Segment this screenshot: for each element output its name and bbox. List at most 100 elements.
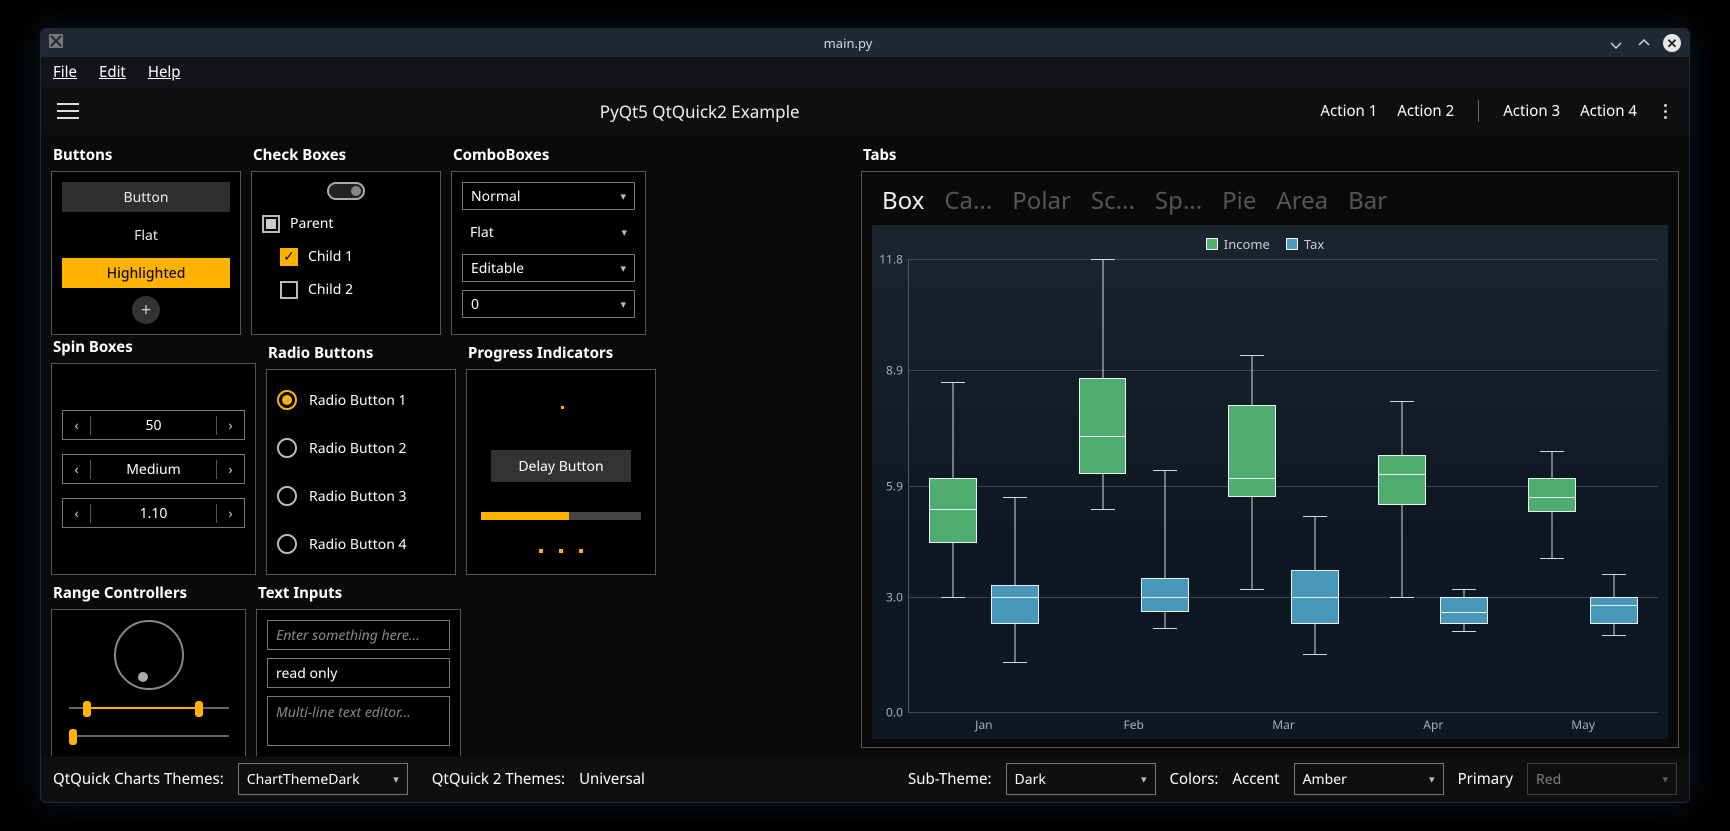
tab-box[interactable]: Box <box>882 184 924 217</box>
titlebar: main.py ✕ <box>41 29 1689 57</box>
tab-sc[interactable]: Sc... <box>1091 184 1135 217</box>
footer-colors-label: Colors: <box>1170 769 1219 789</box>
spinbox-int-value: 50 <box>91 416 216 435</box>
delay-button[interactable]: Delay Button <box>491 450 631 482</box>
spin-up-icon[interactable]: › <box>216 504 244 523</box>
box-income-feb <box>1079 259 1127 712</box>
menu-help[interactable]: Help <box>148 62 181 82</box>
radio-4[interactable]: Radio Button 4 <box>277 534 445 554</box>
check-child-2-label: Child 2 <box>308 280 353 299</box>
check-parent-label: Parent <box>290 214 333 233</box>
combo-flat[interactable]: Flat▾ <box>462 218 635 246</box>
spinbox-text[interactable]: ‹Medium› <box>62 454 245 484</box>
button-round-add[interactable]: + <box>132 296 160 324</box>
toolbar: PyQt5 QtQuick2 Example Action 1 Action 2… <box>41 87 1689 135</box>
app-icon <box>49 34 63 48</box>
slider[interactable] <box>69 726 229 746</box>
box-income-may <box>1528 259 1576 712</box>
switch-toggle[interactable] <box>327 182 365 200</box>
section-tabs-title: Tabs <box>863 145 1679 165</box>
radio-1[interactable]: Radio Button 1 <box>277 390 445 410</box>
y-tick-label: 3.0 <box>886 588 903 605</box>
section-text-title: Text Inputs <box>258 583 461 603</box>
spin-down-icon[interactable]: ‹ <box>63 460 91 479</box>
tab-bar[interactable]: Bar <box>1348 184 1387 217</box>
x-tick-label: Apr <box>1423 716 1443 733</box>
range-thumb-high[interactable] <box>195 701 203 717</box>
spinbox-double[interactable]: ‹1.10› <box>62 498 245 528</box>
x-tick-label: Jan <box>975 716 992 733</box>
app-window: main.py ✕ File Edit Help PyQt5 QtQuick2 … <box>40 28 1690 803</box>
panel-range <box>51 609 246 756</box>
tab-ca[interactable]: Ca... <box>944 184 992 217</box>
tab-area[interactable]: Area <box>1276 184 1328 217</box>
tab-polar[interactable]: Polar <box>1012 184 1071 217</box>
button-flat[interactable]: Flat <box>62 220 230 250</box>
check-parent[interactable]: Parent <box>262 214 430 233</box>
hamburger-icon[interactable] <box>57 103 79 119</box>
page-indicator[interactable] <box>539 549 583 553</box>
chevron-down-icon: ▾ <box>621 225 627 240</box>
spinbox-double-value: 1.10 <box>91 504 216 523</box>
action-4[interactable]: Action 4 <box>1580 101 1637 121</box>
menu-file[interactable]: File <box>53 62 77 82</box>
check-child-2[interactable]: Child 2 <box>262 280 430 299</box>
radio-2[interactable]: Radio Button 2 <box>277 438 445 458</box>
combo-primary-value: Red <box>1536 770 1561 789</box>
spin-down-icon[interactable]: ‹ <box>63 504 91 523</box>
spin-up-icon[interactable]: › <box>216 460 244 479</box>
spinbox-int[interactable]: ‹50› <box>62 410 245 440</box>
radio-3[interactable]: Radio Button 3 <box>277 486 445 506</box>
text-area[interactable]: Multi-line text editor... <box>267 696 450 746</box>
combo-normal-value: Normal <box>471 187 520 206</box>
chart-container: Income Tax 0.03.05.98.911.8JanFebMarAprM… <box>872 225 1668 739</box>
legend-swatch-income <box>1206 238 1218 250</box>
chevron-down-icon: ▾ <box>1429 772 1435 787</box>
radio-off-icon <box>277 534 297 554</box>
radio-off-icon <box>277 486 297 506</box>
combo-accent[interactable]: Amber▾ <box>1294 763 1444 795</box>
maximize-button[interactable] <box>1635 34 1653 52</box>
text-readonly-value: read only <box>276 664 337 683</box>
combo-chart-theme[interactable]: ChartThemeDark▾ <box>238 763 408 795</box>
text-input[interactable]: Enter something here... <box>267 620 450 650</box>
dial[interactable] <box>114 620 184 690</box>
tab-pie[interactable]: Pie <box>1222 184 1256 217</box>
close-button[interactable]: ✕ <box>1663 34 1681 52</box>
action-1[interactable]: Action 1 <box>1320 101 1377 121</box>
x-tick-label: Feb <box>1123 716 1143 733</box>
spin-up-icon[interactable]: › <box>216 416 244 435</box>
action-3[interactable]: Action 3 <box>1503 101 1560 121</box>
button-highlighted[interactable]: Highlighted <box>62 258 230 288</box>
range-slider[interactable] <box>69 698 229 718</box>
combo-number[interactable]: 0▾ <box>462 290 635 318</box>
combo-normal[interactable]: Normal▾ <box>462 182 635 210</box>
check-child-1-label: Child 1 <box>308 247 353 266</box>
slider-thumb[interactable] <box>69 729 77 745</box>
panel-spins: ‹50› ‹Medium› ‹1.10› <box>51 363 256 575</box>
range-thumb-low[interactable] <box>83 701 91 717</box>
check-child-1[interactable]: ✓ Child 1 <box>262 247 430 266</box>
tab-sp[interactable]: Sp... <box>1155 184 1202 217</box>
footer-primary-label: Primary <box>1458 769 1513 789</box>
minimize-button[interactable] <box>1607 34 1625 52</box>
overflow-icon[interactable] <box>1657 104 1673 119</box>
combo-subtheme[interactable]: Dark▾ <box>1006 763 1156 795</box>
panel-progress: Delay Button <box>466 369 656 575</box>
section-radios-title: Radio Buttons <box>268 343 456 363</box>
panel-radios: Radio Button 1 Radio Button 2 Radio Butt… <box>266 369 456 575</box>
panel-combos: Normal▾ Flat▾ Editable▾ 0▾ <box>451 171 646 335</box>
toolbar-title: PyQt5 QtQuick2 Example <box>79 100 1320 123</box>
radio-2-label: Radio Button 2 <box>309 439 407 458</box>
button-normal[interactable]: Button <box>62 182 230 212</box>
text-input-placeholder: Enter something here... <box>276 626 420 645</box>
chevron-down-icon: ▾ <box>620 297 626 312</box>
spin-down-icon[interactable]: ‹ <box>63 416 91 435</box>
panel-text: Enter something here... read only Multi-… <box>256 609 461 756</box>
action-2[interactable]: Action 2 <box>1397 101 1454 121</box>
section-range-title: Range Controllers <box>53 583 246 603</box>
section-progress-title: Progress Indicators <box>468 343 656 363</box>
checkbox-checked-icon: ✓ <box>280 248 298 266</box>
combo-editable[interactable]: Editable▾ <box>462 254 635 282</box>
menu-edit[interactable]: Edit <box>99 62 126 82</box>
